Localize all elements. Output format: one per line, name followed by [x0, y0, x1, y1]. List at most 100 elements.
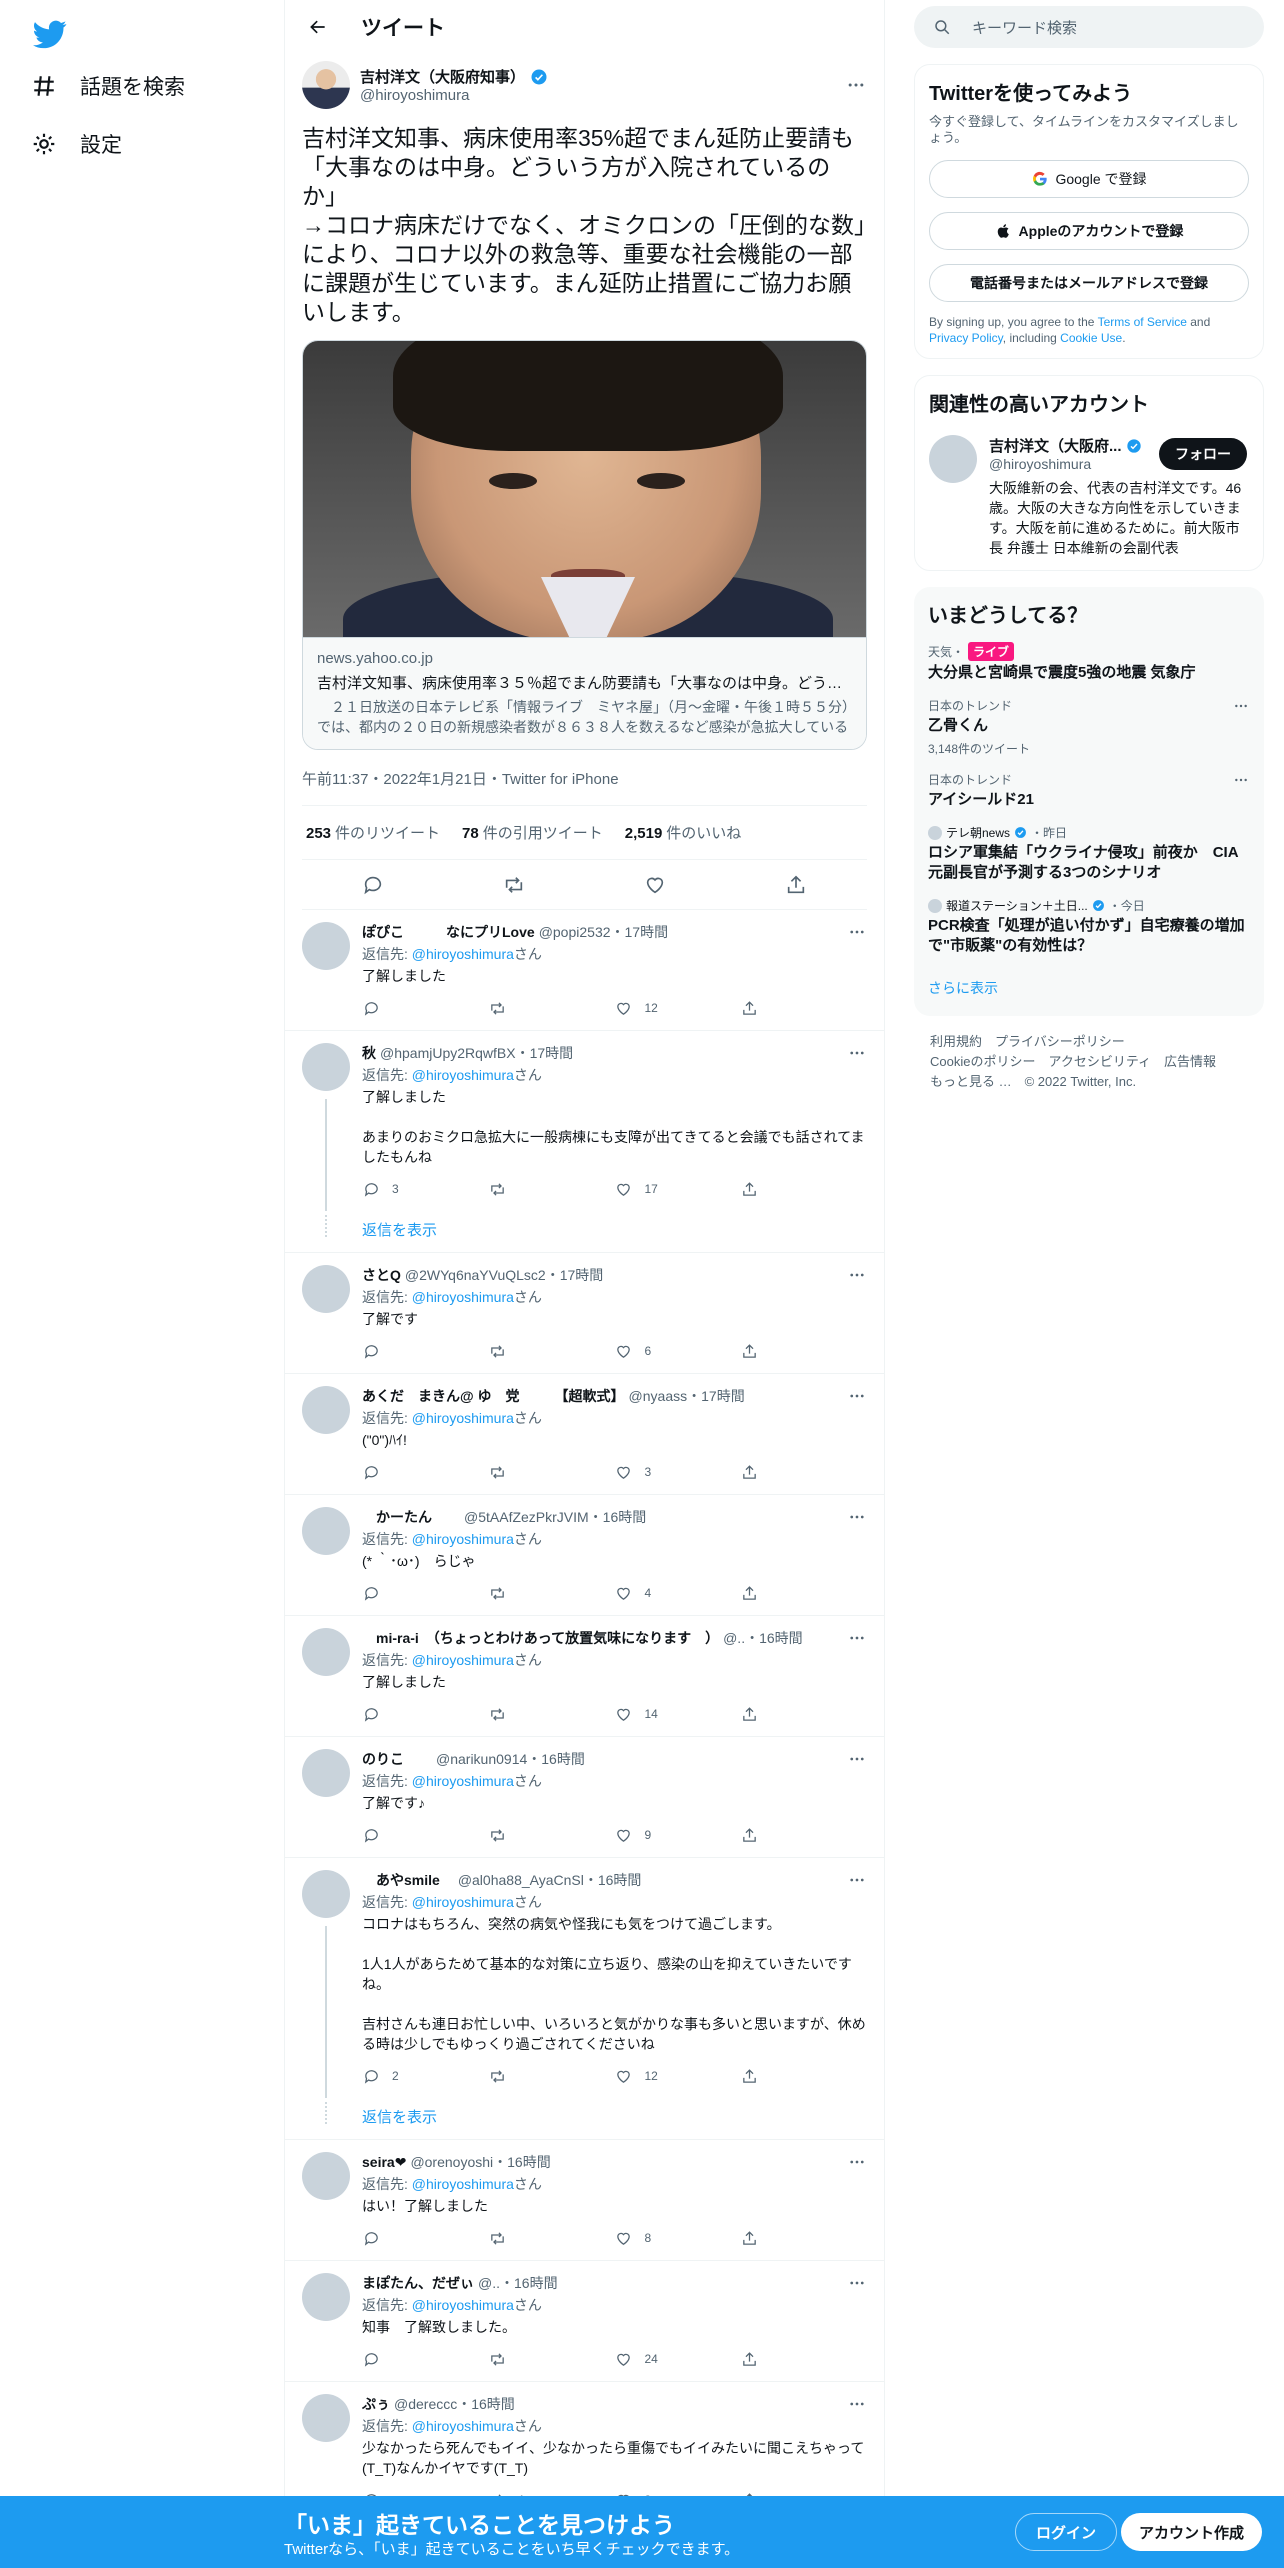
twitter-logo-icon[interactable] — [28, 12, 72, 56]
share-button[interactable] — [741, 2229, 867, 2247]
link-card[interactable]: news.yahoo.co.jp 吉村洋文知事、病床使用率３５％超でまん防要請も… — [302, 340, 867, 750]
reply-tweet[interactable]: seira❤ @orenoyoshi・16時間 返信先: @hiroyoshimur… — [285, 2140, 884, 2261]
share-icon[interactable] — [784, 873, 808, 897]
reply-button[interactable]: 2 — [362, 2067, 488, 2085]
trend-item[interactable]: テレ朝news ・昨日 ロシア軍集結「ウクライナ侵攻」前夜か CIA元副長官が予測す… — [928, 824, 1250, 883]
retweet-icon[interactable] — [502, 873, 526, 897]
footer-line[interactable]: もっと見る … © 2022 Twitter, Inc. — [930, 1072, 1264, 1092]
author-handle[interactable]: @hiroyoshimura — [360, 87, 845, 104]
back-arrow-icon[interactable] — [301, 10, 335, 44]
retweet-button[interactable] — [488, 999, 614, 1017]
avatar[interactable] — [929, 435, 977, 483]
like-icon[interactable] — [643, 873, 667, 897]
reply-author-name[interactable]: seira❤ — [362, 2154, 406, 2171]
cookie-link[interactable]: Cookie Use — [1060, 331, 1122, 345]
more-options-icon[interactable] — [1232, 697, 1250, 715]
share-button[interactable] — [741, 1826, 867, 1844]
google-signup-button[interactable]: Google で登録 — [929, 160, 1249, 198]
retweet-button[interactable] — [488, 1180, 614, 1198]
avatar[interactable] — [302, 1043, 350, 1091]
retweet-button[interactable] — [488, 1705, 614, 1723]
like-button[interactable]: 8 — [615, 2229, 741, 2247]
search-input[interactable]: キーワード検索 — [914, 6, 1264, 48]
more-options-icon[interactable] — [847, 1628, 867, 1648]
retweet-button[interactable] — [488, 1463, 614, 1481]
more-options-icon[interactable] — [845, 74, 867, 96]
share-button[interactable] — [741, 1342, 867, 1360]
more-options-icon[interactable] — [847, 1749, 867, 1769]
more-options-icon[interactable] — [1232, 771, 1250, 789]
reply-author-name[interactable]: ぷぅ — [362, 2394, 390, 2414]
retweet-button[interactable] — [488, 1826, 614, 1844]
reply-author-name[interactable]: さとQ — [362, 1265, 401, 1285]
avatar[interactable] — [302, 2394, 350, 2442]
reply-to-link[interactable]: @hiroyoshimura — [412, 1067, 514, 1083]
share-button[interactable] — [741, 2350, 867, 2368]
reply-to-link[interactable]: @hiroyoshimura — [412, 2418, 514, 2434]
more-options-icon[interactable] — [847, 1386, 867, 1406]
reply-tweet[interactable]: あやsmile @al0ha88_AyaCnSl・16時間 返信先: @hiroy… — [285, 1858, 884, 2140]
reply-author-name[interactable]: かーたん — [362, 1507, 460, 1527]
reply-button[interactable] — [362, 1463, 488, 1481]
avatar[interactable] — [302, 1386, 350, 1434]
trend-item[interactable]: 報道ステーション＋土日... ・今日 PCR検査「処理が追い付かず」自宅療養の増加で… — [928, 897, 1250, 956]
login-button[interactable]: ログイン — [1015, 2513, 1118, 2551]
share-button[interactable] — [741, 2067, 867, 2085]
share-button[interactable] — [741, 1584, 867, 1602]
show-replies-link[interactable]: 返信を表示 — [285, 2098, 884, 2139]
reply-tweet[interactable]: あくだ まきん@ ゆ 党 【超軟式】 @nyaass・17時間 返信先: @hiro… — [285, 1374, 884, 1495]
more-options-icon[interactable] — [847, 1043, 867, 1063]
reply-to-link[interactable]: @hiroyoshimura — [412, 2297, 514, 2313]
retweet-count[interactable]: 253 件のリツイート — [306, 822, 440, 843]
trend-item[interactable]: 日本のトレンド 乙骨くん 3,148件のツイート — [928, 697, 1250, 757]
terms-link[interactable]: Terms of Service — [1098, 315, 1187, 329]
avatar[interactable] — [302, 1749, 350, 1797]
like-count[interactable]: 2,519 件のいいね — [625, 822, 742, 843]
like-button[interactable]: 12 — [615, 999, 741, 1017]
trend-item[interactable]: 天気・ ライブ 大分県と宮崎県で震度5強の地震 気象庁 — [928, 642, 1250, 683]
retweet-button[interactable] — [488, 2067, 614, 2085]
nav-explore[interactable]: 話題を検索 — [28, 64, 185, 108]
quote-count[interactable]: 78 件の引用ツイート — [462, 822, 603, 843]
reply-to-link[interactable]: @hiroyoshimura — [412, 1531, 514, 1547]
trend-item[interactable]: 日本のトレンド アイシールド21 — [928, 771, 1250, 810]
retweet-button[interactable] — [488, 2350, 614, 2368]
reply-button[interactable] — [362, 1826, 488, 1844]
more-options-icon[interactable] — [847, 922, 867, 942]
reply-tweet[interactable]: mi-ra-i （ちょっとわけあって放置気味になります ） @..・16時間 返信先… — [285, 1616, 884, 1737]
share-button[interactable] — [741, 1463, 867, 1481]
reply-button[interactable]: 3 — [362, 1180, 488, 1198]
like-button[interactable]: 9 — [615, 1826, 741, 1844]
reply-tweet[interactable]: まぽたん、だぜぃ @..・16時間 返信先: @hiroyoshimuraさん 知事 … — [285, 2261, 884, 2382]
footer-line[interactable]: Cookieのポリシー アクセシビリティ 広告情報 — [930, 1052, 1264, 1072]
reply-to-link[interactable]: @hiroyoshimura — [412, 1410, 514, 1426]
related-name[interactable]: 吉村洋文（大阪府... — [989, 435, 1122, 456]
nav-settings[interactable]: 設定 — [28, 122, 122, 166]
reply-button[interactable] — [362, 2350, 488, 2368]
reply-button[interactable] — [362, 2229, 488, 2247]
reply-to-link[interactable]: @hiroyoshimura — [412, 2176, 514, 2192]
avatar[interactable] — [302, 1507, 350, 1555]
more-options-icon[interactable] — [847, 2394, 867, 2414]
avatar[interactable] — [302, 1265, 350, 1313]
more-options-icon[interactable] — [847, 1870, 867, 1890]
show-replies-link[interactable]: 返信を表示 — [285, 1211, 884, 1252]
like-button[interactable]: 4 — [615, 1584, 741, 1602]
like-button[interactable]: 12 — [615, 2067, 741, 2085]
reply-to-link[interactable]: @hiroyoshimura — [412, 1652, 514, 1668]
reply-tweet[interactable]: かーたん @5tAAfZezPkrJVIM・16時間 返信先: @hiroyosh… — [285, 1495, 884, 1616]
reply-to-link[interactable]: @hiroyoshimura — [412, 1773, 514, 1789]
avatar[interactable] — [302, 2273, 350, 2321]
reply-author-name[interactable]: 秋 — [362, 1043, 376, 1063]
reply-to-link[interactable]: @hiroyoshimura — [412, 1894, 514, 1910]
reply-author-name[interactable]: mi-ra-i （ちょっとわけあって放置気味になります ） — [362, 1628, 719, 1648]
retweet-button[interactable] — [488, 2229, 614, 2247]
avatar[interactable] — [302, 2152, 350, 2200]
reply-button[interactable] — [362, 999, 488, 1017]
reply-icon[interactable] — [361, 873, 385, 897]
reply-button[interactable] — [362, 1342, 488, 1360]
share-button[interactable] — [741, 1180, 867, 1198]
reply-tweet[interactable]: 秋 @hpamjUpy2RqwfBX・17時間 返信先: @hiroyoshimur… — [285, 1031, 884, 1253]
more-options-icon[interactable] — [847, 2152, 867, 2172]
avatar[interactable] — [302, 1628, 350, 1676]
